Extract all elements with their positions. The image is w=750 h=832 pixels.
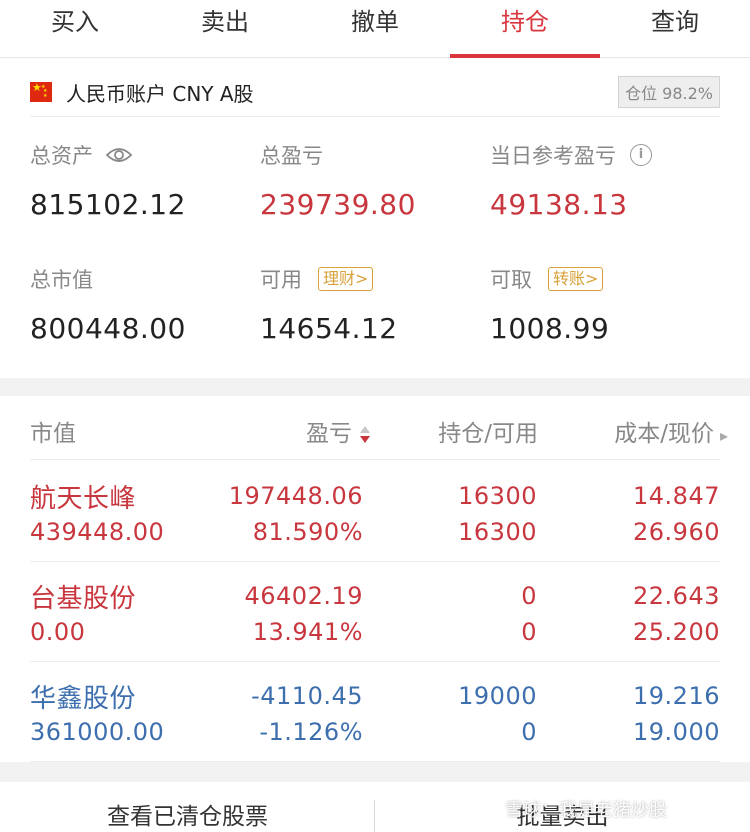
day-pnl-value: 49138.13 xyxy=(490,188,628,221)
header-pnl-sort[interactable]: 盈亏 xyxy=(306,414,372,448)
stock-position: 19000 xyxy=(458,682,537,710)
holdings-header: 市值 盈亏 持仓/可用 成本/现价 ▸ xyxy=(30,400,728,460)
header-cost-price[interactable]: 成本/现价 ▸ xyxy=(614,414,728,448)
china-flag-icon: ★ ★ ★ ★ xyxy=(30,82,52,102)
tab-query[interactable]: 查询 xyxy=(600,0,750,57)
available-label: 可用 xyxy=(260,268,302,292)
stock-cost: 19.216 xyxy=(633,682,720,710)
stock-name: 华鑫股份 xyxy=(30,684,137,714)
total-assets-block: 总资产 815102.12 xyxy=(30,140,186,221)
eye-icon[interactable] xyxy=(105,146,133,164)
tab-holdings[interactable]: 持仓 xyxy=(450,0,600,58)
divider xyxy=(374,800,375,832)
stock-pnl: 197448.06 xyxy=(228,482,363,510)
market-value-block: 总市值 800448.00 xyxy=(30,264,186,345)
trade-tab-bar: 买入 卖出 撤单 持仓 查询 xyxy=(0,0,750,58)
section-gap xyxy=(0,762,750,782)
stock-market-value: 0.00 xyxy=(30,618,86,646)
available-value: 14654.12 xyxy=(260,312,398,345)
stock-cost: 14.847 xyxy=(633,482,720,510)
stock-available: 16300 xyxy=(458,518,537,546)
market-value-value: 800448.00 xyxy=(30,312,186,345)
section-gap xyxy=(0,378,750,396)
total-pnl-label: 总盈亏 xyxy=(260,144,323,168)
day-pnl-block: 当日参考盈亏 i 49138.13 xyxy=(490,140,652,221)
tab-cancel-order[interactable]: 撤单 xyxy=(300,0,450,57)
total-pnl-block: 总盈亏 239739.80 xyxy=(260,140,416,221)
total-assets-value: 815102.12 xyxy=(30,188,186,221)
stock-pnl-pct: 13.941% xyxy=(252,618,363,646)
view-cleared-stocks-button[interactable]: 查看已清仓股票 xyxy=(0,782,375,832)
stock-pnl: 46402.19 xyxy=(244,582,363,610)
stock-pnl-pct: 81.590% xyxy=(252,518,363,546)
watermark: 雪球：我是老猪炒股 xyxy=(505,800,667,821)
stock-name: 台基股份 xyxy=(30,584,137,614)
stock-position: 16300 xyxy=(458,482,537,510)
account-bar: ★ ★ ★ ★ 人民币账户 CNY A股 仓位 98.2% xyxy=(30,68,720,116)
market-value-label: 总市值 xyxy=(30,268,93,292)
header-position: 持仓/可用 xyxy=(438,421,538,447)
stock-price: 19.000 xyxy=(633,718,720,746)
stock-pnl-pct: -1.126% xyxy=(259,718,363,746)
stock-position: 0 xyxy=(521,582,537,610)
stock-price: 25.200 xyxy=(633,618,720,646)
stock-market-value: 439448.00 xyxy=(30,518,165,546)
stock-price: 26.960 xyxy=(633,518,720,546)
header-market-value: 市值 xyxy=(30,421,76,447)
withdrawable-block: 可取 转账> 1008.99 xyxy=(490,264,609,345)
stock-pnl: -4110.45 xyxy=(251,682,363,710)
withdrawable-label: 可取 xyxy=(490,268,532,292)
chevron-right-icon: ▸ xyxy=(719,426,728,445)
total-pnl-value: 239739.80 xyxy=(260,188,416,221)
holding-row[interactable]: 华鑫股份 361000.00 -4110.45 -1.126% 19000 0 … xyxy=(30,662,720,762)
wealth-management-button[interactable]: 理财> xyxy=(318,267,374,291)
available-block: 可用 理财> 14654.12 xyxy=(260,264,398,345)
sort-icon xyxy=(360,425,372,444)
divider xyxy=(30,116,720,117)
holding-row[interactable]: 台基股份 0.00 46402.19 13.941% 0 0 22.643 25… xyxy=(30,562,720,662)
total-assets-label: 总资产 xyxy=(30,144,93,168)
account-name: 人民币账户 CNY A股 xyxy=(66,81,254,106)
position-ratio-badge: 仓位 98.2% xyxy=(618,76,720,108)
holding-row[interactable]: 航天长峰 439448.00 197448.06 81.590% 16300 1… xyxy=(30,462,720,562)
stock-market-value: 361000.00 xyxy=(30,718,165,746)
header-pnl-label: 盈亏 xyxy=(306,421,352,447)
day-pnl-label: 当日参考盈亏 xyxy=(490,144,616,168)
stock-available: 0 xyxy=(521,718,537,746)
info-icon[interactable]: i xyxy=(630,144,652,166)
header-cost-price-label: 成本/现价 xyxy=(614,421,714,447)
tab-buy[interactable]: 买入 xyxy=(0,0,150,57)
transfer-button[interactable]: 转账> xyxy=(548,267,604,291)
stock-cost: 22.643 xyxy=(633,582,720,610)
withdrawable-value: 1008.99 xyxy=(490,312,610,345)
stock-name: 航天长峰 xyxy=(30,484,137,514)
tab-sell[interactable]: 卖出 xyxy=(150,0,300,57)
stock-available: 0 xyxy=(521,618,537,646)
